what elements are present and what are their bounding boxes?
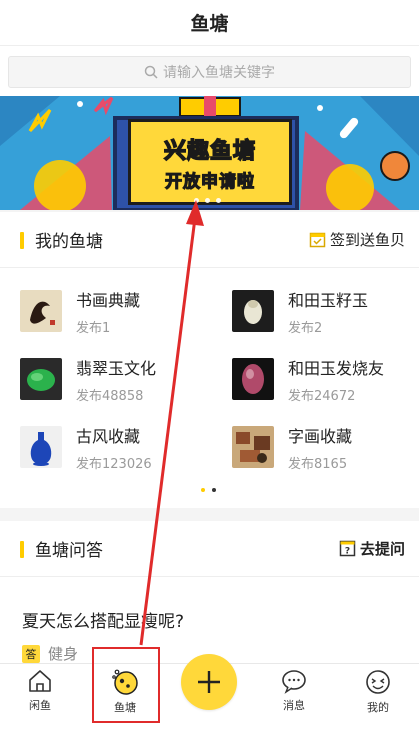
my-ponds-title: 我的鱼塘 (35, 232, 103, 252)
highlight-box-annotation (92, 647, 160, 723)
pond-item[interactable]: 和田玉籽玉发布2 (232, 286, 419, 336)
pager-dot (212, 488, 216, 492)
pond-count: 发布8165 (288, 456, 348, 472)
my-ponds-section: 我的鱼塘 签到送鱼贝 书画典藏发布1 和田玉籽玉发布2 翡翠玉文化发布48858… (0, 212, 419, 508)
plus-icon (198, 671, 220, 693)
search-area: 请输入鱼塘关键字 (0, 46, 419, 96)
tab-xianyu[interactable]: 闲鱼 (10, 668, 70, 713)
pond-count: 发布24672 (288, 388, 356, 404)
tab-label: 消息 (283, 699, 305, 712)
question-board-icon: ? (339, 540, 356, 557)
banner-label: 兴趣鱼塘 开放申请啦 (128, 119, 292, 205)
qa-question: 夏天怎么搭配显瘦呢? (22, 612, 185, 632)
qa-section: 鱼塘问答 ? 去提问 夏天怎么搭配显瘦呢? 答 健身 (0, 521, 419, 663)
chat-bubble-icon (282, 670, 306, 694)
pond-name: 古风收藏 (76, 426, 141, 446)
banner-line1: 兴趣鱼塘 (163, 138, 256, 165)
pond-pager (201, 488, 216, 492)
pond-name: 和田玉籽玉 (288, 290, 369, 310)
search-placeholder: 请输入鱼塘关键字 (163, 65, 275, 81)
pond-item[interactable]: 字画收藏发布8165 (232, 422, 419, 472)
pond-thumbnail (232, 358, 274, 400)
banner-pager (194, 198, 221, 203)
tab-mine[interactable]: 我的 (348, 668, 408, 715)
pond-count: 发布123026 (76, 456, 152, 472)
pond-grid: 书画典藏发布1 和田玉籽玉发布2 翡翠玉文化发布48858 和田玉发烧友发布24… (0, 268, 419, 508)
checkin-label: 签到送鱼贝 (329, 231, 405, 249)
tab-messages[interactable]: 消息 (264, 668, 324, 713)
qa-title: 鱼塘问答 (35, 541, 103, 561)
pond-name: 字画收藏 (288, 426, 353, 446)
checkin-button[interactable]: 签到送鱼贝 (309, 229, 405, 250)
svg-text:?: ? (345, 547, 350, 557)
promo-banner[interactable]: 兴趣鱼塘 开放申请啦 (0, 96, 419, 210)
house-icon (29, 670, 51, 692)
pond-thumbnail (20, 426, 62, 468)
pond-item[interactable]: 古风收藏发布123026 (20, 422, 220, 472)
tab-label: 我的 (367, 701, 389, 714)
bottom-tab-bar: 闲鱼 鱼塘 消息 我的 (0, 654, 419, 729)
section-marker (20, 541, 24, 558)
publish-button[interactable] (181, 654, 237, 710)
search-icon (144, 65, 158, 79)
top-bar: 鱼塘 (0, 0, 419, 46)
pond-item[interactable]: 书画典藏发布1 (20, 286, 220, 336)
pond-name: 翡翠玉文化 (76, 358, 157, 378)
pond-thumbnail (232, 290, 274, 332)
pond-count: 发布1 (76, 320, 111, 336)
qa-tag-name: 健身 (48, 645, 79, 663)
pond-thumbnail (232, 426, 274, 468)
face-icon (366, 670, 390, 694)
answer-badge: 答 (22, 644, 40, 663)
pond-count: 发布48858 (76, 388, 144, 404)
pond-item[interactable]: 和田玉发烧友发布24672 (232, 354, 419, 404)
section-marker (20, 232, 24, 249)
tab-label: 闲鱼 (29, 699, 51, 712)
qa-header: 鱼塘问答 ? 去提问 (0, 521, 419, 577)
banner-line2: 开放申请啦 (164, 171, 255, 192)
calendar-icon (309, 232, 326, 248)
ask-question-button[interactable]: ? 去提问 (339, 538, 405, 559)
qa-tag: 答 健身 (22, 643, 78, 664)
pond-thumbnail (20, 358, 62, 400)
my-ponds-header: 我的鱼塘 签到送鱼贝 (0, 212, 419, 268)
qa-item[interactable]: 夏天怎么搭配显瘦呢? 答 健身 (0, 577, 419, 663)
pond-name: 和田玉发烧友 (288, 358, 385, 378)
search-input[interactable]: 请输入鱼塘关键字 (8, 56, 411, 88)
pager-dot-active (201, 488, 205, 492)
page-title: 鱼塘 (190, 13, 229, 35)
ask-question-label: 去提问 (359, 540, 405, 558)
pond-name: 书画典藏 (76, 290, 141, 310)
pond-count: 发布2 (288, 320, 323, 336)
pond-thumbnail (20, 290, 62, 332)
pond-item[interactable]: 翡翠玉文化发布48858 (20, 354, 220, 404)
app-screen: 鱼塘 请输入鱼塘关键字 兴趣鱼塘 开放申请啦 我的鱼塘 签到送鱼贝 书画典藏 发… (0, 0, 419, 729)
